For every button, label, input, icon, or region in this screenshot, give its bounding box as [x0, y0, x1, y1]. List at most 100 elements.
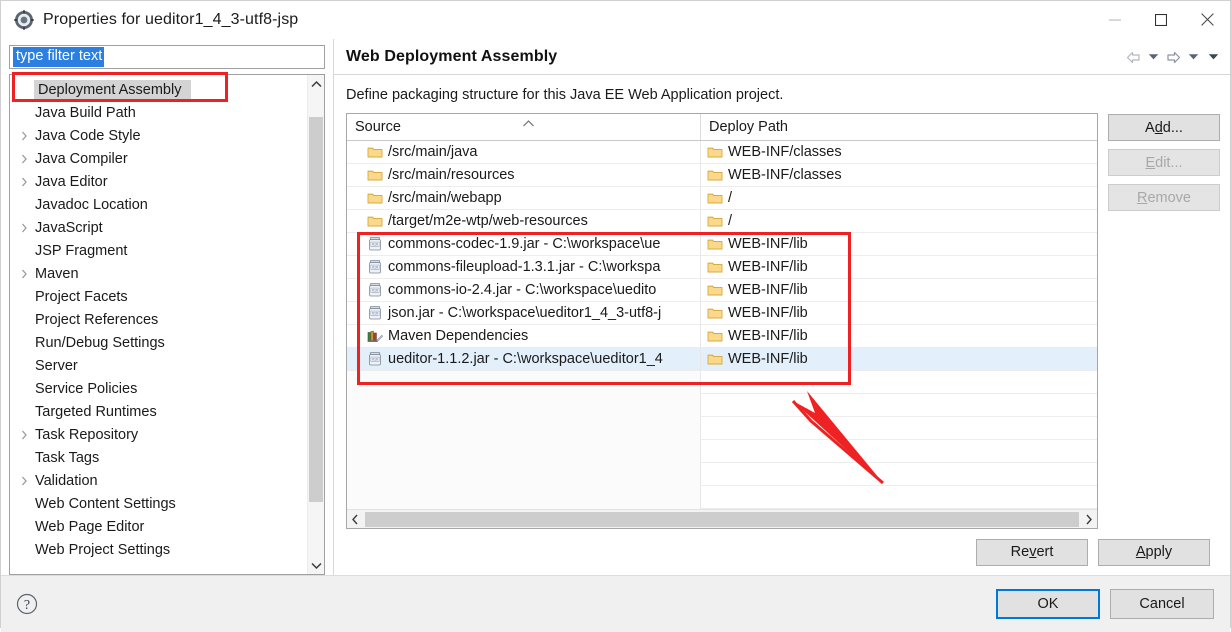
sidebar-item-web-project-settings[interactable]: Web Project Settings: [10, 538, 307, 561]
horizontal-scroll-thumb[interactable]: [365, 511, 1079, 527]
sidebar-item-javascript[interactable]: JavaScript: [10, 216, 307, 239]
sidebar-vertical-scrollbar[interactable]: [307, 75, 324, 574]
sidebar-item-javadoc-location[interactable]: Javadoc Location: [10, 193, 307, 216]
folder-icon: [367, 167, 383, 183]
sidebar-item-java-build-path[interactable]: Java Build Path: [10, 101, 307, 124]
scroll-down-icon[interactable]: [308, 556, 324, 574]
sidebar-item-jsp-fragment[interactable]: JSP Fragment: [10, 239, 307, 262]
ok-button[interactable]: OK: [996, 589, 1100, 619]
close-button[interactable]: [1184, 1, 1230, 38]
chevron-right-icon[interactable]: [16, 154, 33, 164]
table-row[interactable]: Maven Dependencies WEB-INF/lib: [347, 324, 1097, 348]
table-row-empty[interactable]: [347, 439, 1097, 463]
apply-button[interactable]: Apply: [1098, 538, 1210, 566]
svg-text:?: ?: [24, 598, 30, 613]
apply-revert-row: Revert Apply: [346, 529, 1220, 575]
filter-input[interactable]: type filter text: [9, 45, 325, 69]
jar-icon: 010: [367, 305, 383, 321]
table-row[interactable]: 010 commons-io-2.4.jar - C:\workspace\ued…: [347, 278, 1097, 302]
view-menu-icon[interactable]: [1204, 46, 1222, 68]
column-header-source[interactable]: Source: [347, 114, 701, 140]
add-button-label: Add...: [1145, 119, 1183, 136]
sidebar-item-web-page-editor[interactable]: Web Page Editor: [10, 515, 307, 538]
table-row[interactable]: 010 commons-codec-1.9.jar - C:\workspace\…: [347, 232, 1097, 256]
sidebar-item-task-repository[interactable]: Task Repository: [10, 423, 307, 446]
table-row[interactable]: /src/main/webapp /: [347, 186, 1097, 210]
chevron-right-icon[interactable]: [16, 269, 33, 279]
cell-deploy-path: [701, 486, 1097, 509]
sidebar-scroll-thumb[interactable]: [309, 117, 323, 502]
table-row-empty[interactable]: [347, 416, 1097, 440]
forward-arrow-icon[interactable]: [1164, 46, 1182, 68]
cell-source: [347, 462, 701, 486]
chevron-right-icon[interactable]: [16, 223, 33, 233]
cell-source: [347, 393, 701, 417]
cancel-button[interactable]: Cancel: [1110, 589, 1214, 619]
maximize-button[interactable]: [1138, 1, 1184, 38]
table-row[interactable]: 010 commons-fileupload-1.3.1.jar - C:\wor…: [347, 255, 1097, 279]
cell-source: /target/m2e-wtp/web-resources: [347, 209, 701, 233]
table-row[interactable]: /src/main/resources WEB-INF/classes: [347, 163, 1097, 187]
edit-button[interactable]: Edit...: [1108, 149, 1220, 176]
cell-deploy-path: WEB-INF/lib: [701, 279, 1097, 302]
chevron-right-icon[interactable]: [16, 476, 33, 486]
revert-button[interactable]: Revert: [976, 538, 1088, 566]
chevron-right-icon[interactable]: [1080, 511, 1097, 528]
minimize-button[interactable]: [1092, 1, 1138, 38]
sidebar-item-label: Task Tags: [35, 449, 100, 466]
chevron-left-icon[interactable]: [347, 511, 364, 528]
cell-source: [347, 370, 701, 394]
sidebar-item-label: Web Content Settings: [35, 495, 176, 512]
chevron-right-icon[interactable]: [16, 131, 33, 141]
source-path-label: /src/main/webapp: [388, 190, 502, 206]
table-horizontal-scrollbar[interactable]: [347, 509, 1097, 528]
cell-source: 010 commons-codec-1.9.jar - C:\workspace\…: [347, 232, 701, 256]
sidebar-item-project-references[interactable]: Project References: [10, 308, 307, 331]
deploy-path-label: WEB-INF/classes: [728, 144, 842, 160]
scroll-up-icon[interactable]: [308, 75, 324, 93]
sidebar-item-maven[interactable]: Maven: [10, 262, 307, 285]
sidebar-item-label: Maven: [35, 265, 79, 282]
table-row[interactable]: /src/main/java WEB-INF/classes: [347, 141, 1097, 164]
table-row[interactable]: 010 json.jar - C:\workspace\ueditor1_4_3-…: [347, 301, 1097, 325]
cell-deploy-path: WEB-INF/classes: [701, 141, 1097, 164]
sidebar-item-label: JavaScript: [35, 219, 103, 236]
forward-dropdown-icon[interactable]: [1184, 46, 1202, 68]
sidebar-item-run-debug-settings[interactable]: Run/Debug Settings: [10, 331, 307, 354]
cell-source: 010 ueditor-1.1.2.jar - C:\workspace\uedi…: [347, 347, 701, 371]
folder-icon: [707, 259, 723, 275]
back-arrow-icon[interactable]: [1124, 46, 1142, 68]
sidebar-item-label: Java Compiler: [35, 150, 128, 167]
table-row-empty[interactable]: [347, 370, 1097, 394]
sidebar-item-service-policies[interactable]: Service Policies: [10, 377, 307, 400]
sidebar-item-targeted-runtimes[interactable]: Targeted Runtimes: [10, 400, 307, 423]
settings-tree[interactable]: Deployment Assembly Java Build Path Java C…: [10, 75, 307, 574]
cell-source: [347, 416, 701, 440]
sidebar-item-label: Project Facets: [35, 288, 128, 305]
sidebar-item-validation[interactable]: Validation: [10, 469, 307, 492]
help-question-icon[interactable]: ?: [15, 592, 39, 616]
chevron-right-icon[interactable]: [16, 177, 33, 187]
chevron-right-icon[interactable]: [16, 430, 33, 440]
sidebar-item-java-code-style[interactable]: Java Code Style: [10, 124, 307, 147]
column-header-deploy-path[interactable]: Deploy Path: [701, 114, 1097, 140]
sidebar-item-web-content-settings[interactable]: Web Content Settings: [10, 492, 307, 515]
back-dropdown-icon[interactable]: [1144, 46, 1162, 68]
add-button[interactable]: Add...: [1108, 114, 1220, 141]
sidebar-item-java-compiler[interactable]: Java Compiler: [10, 147, 307, 170]
sidebar-item-task-tags[interactable]: Task Tags: [10, 446, 307, 469]
sidebar-item-java-editor[interactable]: Java Editor: [10, 170, 307, 193]
revert-button-label: Revert: [1010, 544, 1054, 560]
remove-button[interactable]: Remove: [1108, 184, 1220, 211]
table-row-empty[interactable]: [347, 393, 1097, 417]
sidebar-item-project-facets[interactable]: Project Facets: [10, 285, 307, 308]
sidebar-item-server[interactable]: Server: [10, 354, 307, 377]
table-row[interactable]: 010 ueditor-1.1.2.jar - C:\workspace\uedi…: [347, 347, 1097, 371]
table-row[interactable]: /target/m2e-wtp/web-resources /: [347, 209, 1097, 233]
table-row-empty[interactable]: [347, 462, 1097, 486]
table-body[interactable]: /src/main/java WEB-INF/classes/src/main/r…: [347, 141, 1097, 509]
folder-icon: [707, 167, 723, 183]
table-row-empty[interactable]: [347, 485, 1097, 509]
cell-deploy-path: [701, 417, 1097, 440]
sidebar-item-deployment-assembly[interactable]: Deployment Assembly: [10, 78, 307, 101]
